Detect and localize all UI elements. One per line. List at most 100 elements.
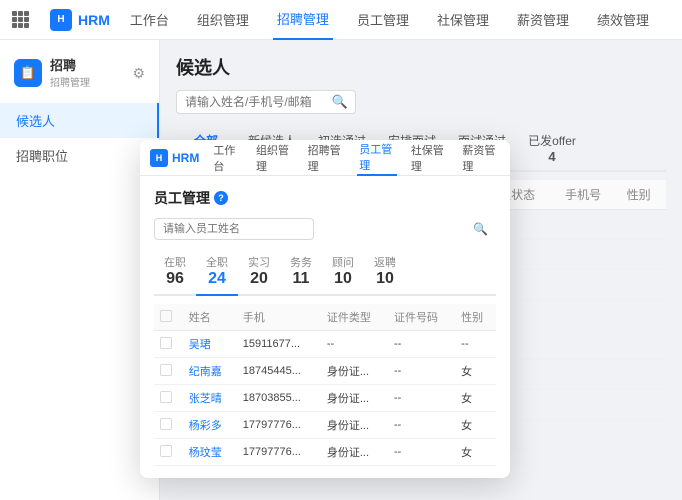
search-input[interactable] [176, 90, 356, 114]
nav-item-salary[interactable]: 薪资管理 [513, 0, 573, 40]
emp-row-idno: -- [388, 358, 455, 385]
emp-row-phone: 18703855... [237, 385, 321, 412]
employee-table: 姓名 手机 证件类型 证件号码 性别 吴珺 15911677... -- -- … [154, 304, 496, 466]
table-row: 吴珺 15911677... -- -- -- [154, 331, 496, 358]
emp-row-idno: -- [388, 439, 455, 466]
row-phone [557, 210, 619, 240]
nav-item-org[interactable]: 组织管理 [193, 0, 253, 40]
stat-intern[interactable]: 实习 20 [238, 250, 280, 294]
nav-item-recruit[interactable]: 招聘管理 [273, 0, 333, 40]
employee-overlay-window: H HRM 工作台 组织管理 招聘管理 员工管理 社保管理 薪资管理 员工管理 … [140, 140, 510, 478]
emp-col-idno: 证件号码 [388, 304, 455, 331]
row-phone [557, 420, 619, 450]
emp-row-idtype: -- [321, 331, 388, 358]
search-bar: 🔍 [176, 90, 666, 114]
table-row: 杨玟莹 17797776... 身份证... -- 女 [154, 439, 496, 466]
sidebar-subtitle: 招聘管理 [50, 78, 90, 89]
stat-fulltime[interactable]: 全职 24 [196, 250, 238, 296]
overlay-logo-icon: H [150, 149, 168, 167]
overlay-nav-org[interactable]: 组织管理 [254, 140, 294, 176]
nav-item-employee[interactable]: 员工管理 [353, 0, 413, 40]
settings-icon[interactable]: ⚙ [132, 65, 145, 82]
emp-row-name[interactable]: 杨玟莹 [183, 439, 237, 466]
emp-row-gender: 女 [455, 358, 496, 385]
emp-row-check[interactable] [154, 439, 183, 466]
emp-row-gender: 女 [455, 439, 496, 466]
sidebar-header: 📋 招聘 招聘管理 ⚙ [0, 52, 159, 99]
tab-offer[interactable]: 已发offer 4 [518, 126, 586, 170]
emp-row-phone: 15911677... [237, 331, 321, 358]
col-phone: 手机号 [557, 180, 619, 210]
emp-row-gender: -- [455, 331, 496, 358]
emp-row-name[interactable]: 张芝晴 [183, 385, 237, 412]
stat-onduty[interactable]: 在职 96 [154, 250, 196, 294]
row-gender [619, 360, 666, 390]
row-gender [619, 210, 666, 240]
table-row: 张芝晴 18703855... 身份证... -- 女 [154, 385, 496, 412]
overlay-nav-salary[interactable]: 薪资管理 [460, 140, 500, 176]
emp-col-check [154, 304, 183, 331]
emp-row-idno: -- [388, 331, 455, 358]
emp-row-check[interactable] [154, 412, 183, 439]
sidebar-item-positions[interactable]: 招聘职位 [0, 138, 159, 173]
employee-search-icon: 🔍 [473, 222, 488, 236]
overlay-logo: H HRM [150, 149, 199, 167]
row-gender [619, 330, 666, 360]
emp-row-name[interactable]: 纪南嘉 [183, 358, 237, 385]
emp-row-check[interactable] [154, 358, 183, 385]
nav-item-workbench[interactable]: 工作台 [126, 0, 173, 40]
emp-row-idno: -- [388, 385, 455, 412]
emp-row-phone: 17797776... [237, 439, 321, 466]
overlay-nav-recruit[interactable]: 招聘管理 [306, 140, 346, 176]
emp-row-idno: -- [388, 412, 455, 439]
overlay-nav: H HRM 工作台 组织管理 招聘管理 员工管理 社保管理 薪资管理 [140, 140, 510, 176]
app-name: HRM [78, 12, 110, 28]
stats-row: 在职 96 全职 24 实习 20 务务 11 顾问 10 返聘 10 [154, 250, 496, 296]
search-input-wrap: 🔍 [176, 90, 356, 114]
row-phone [557, 360, 619, 390]
sidebar-menu: 候选人 招聘职位 [0, 99, 159, 177]
overlay-search: 🔍 [154, 218, 496, 240]
top-navigation: H HRM 工作台 组织管理 招聘管理 员工管理 社保管理 薪资管理 绩效管理 [0, 0, 682, 40]
help-icon[interactable]: ? [214, 191, 228, 205]
emp-row-check[interactable] [154, 331, 183, 358]
stat-consultant[interactable]: 顾问 10 [322, 250, 364, 294]
row-gender [619, 240, 666, 270]
page-title: 候选人 [176, 54, 666, 80]
table-row: 纪南嘉 18745445... 身份证... -- 女 [154, 358, 496, 385]
logo-icon: H [50, 9, 72, 31]
sidebar-title-text: 招聘 招聘管理 [50, 58, 90, 89]
overlay-nav-workbench[interactable]: 工作台 [211, 140, 242, 176]
emp-row-idtype: 身份证... [321, 385, 388, 412]
emp-row-name[interactable]: 杨彩多 [183, 412, 237, 439]
nav-items: 工作台 组织管理 招聘管理 员工管理 社保管理 薪资管理 绩效管理 [126, 0, 670, 40]
overlay-nav-social[interactable]: 社保管理 [409, 140, 449, 176]
emp-row-name[interactable]: 吴珺 [183, 331, 237, 358]
app-logo: H HRM [50, 9, 110, 31]
row-gender [619, 390, 666, 420]
row-gender [619, 270, 666, 300]
row-gender [619, 420, 666, 450]
nav-item-social[interactable]: 社保管理 [433, 0, 493, 40]
stat-rehire[interactable]: 返聘 10 [364, 250, 406, 294]
sidebar-item-candidates[interactable]: 候选人 [0, 103, 159, 138]
emp-row-check[interactable] [154, 385, 183, 412]
overlay-nav-employee[interactable]: 员工管理 [357, 140, 397, 176]
employee-search-input[interactable] [154, 218, 314, 240]
recruit-icon: 📋 [14, 59, 42, 87]
overlay-content: 员工管理 ? 🔍 在职 96 全职 24 实习 20 务务 11 [140, 176, 510, 478]
overlay-title: 员工管理 ? [154, 188, 496, 208]
nav-item-performance[interactable]: 绩效管理 [593, 0, 653, 40]
overlay-title-text: 员工管理 [154, 188, 210, 208]
search-icon: 🔍 [332, 94, 348, 110]
row-gender [619, 300, 666, 330]
row-phone [557, 330, 619, 360]
emp-col-gender: 性别 [455, 304, 496, 331]
emp-col-phone: 手机 [237, 304, 321, 331]
stat-service[interactable]: 务务 11 [280, 250, 322, 294]
row-phone [557, 270, 619, 300]
grid-icon[interactable] [12, 11, 30, 29]
col-gender: 性别 [619, 180, 666, 210]
emp-row-idtype: 身份证... [321, 439, 388, 466]
sidebar: 📋 招聘 招聘管理 ⚙ 候选人 招聘职位 [0, 40, 160, 500]
